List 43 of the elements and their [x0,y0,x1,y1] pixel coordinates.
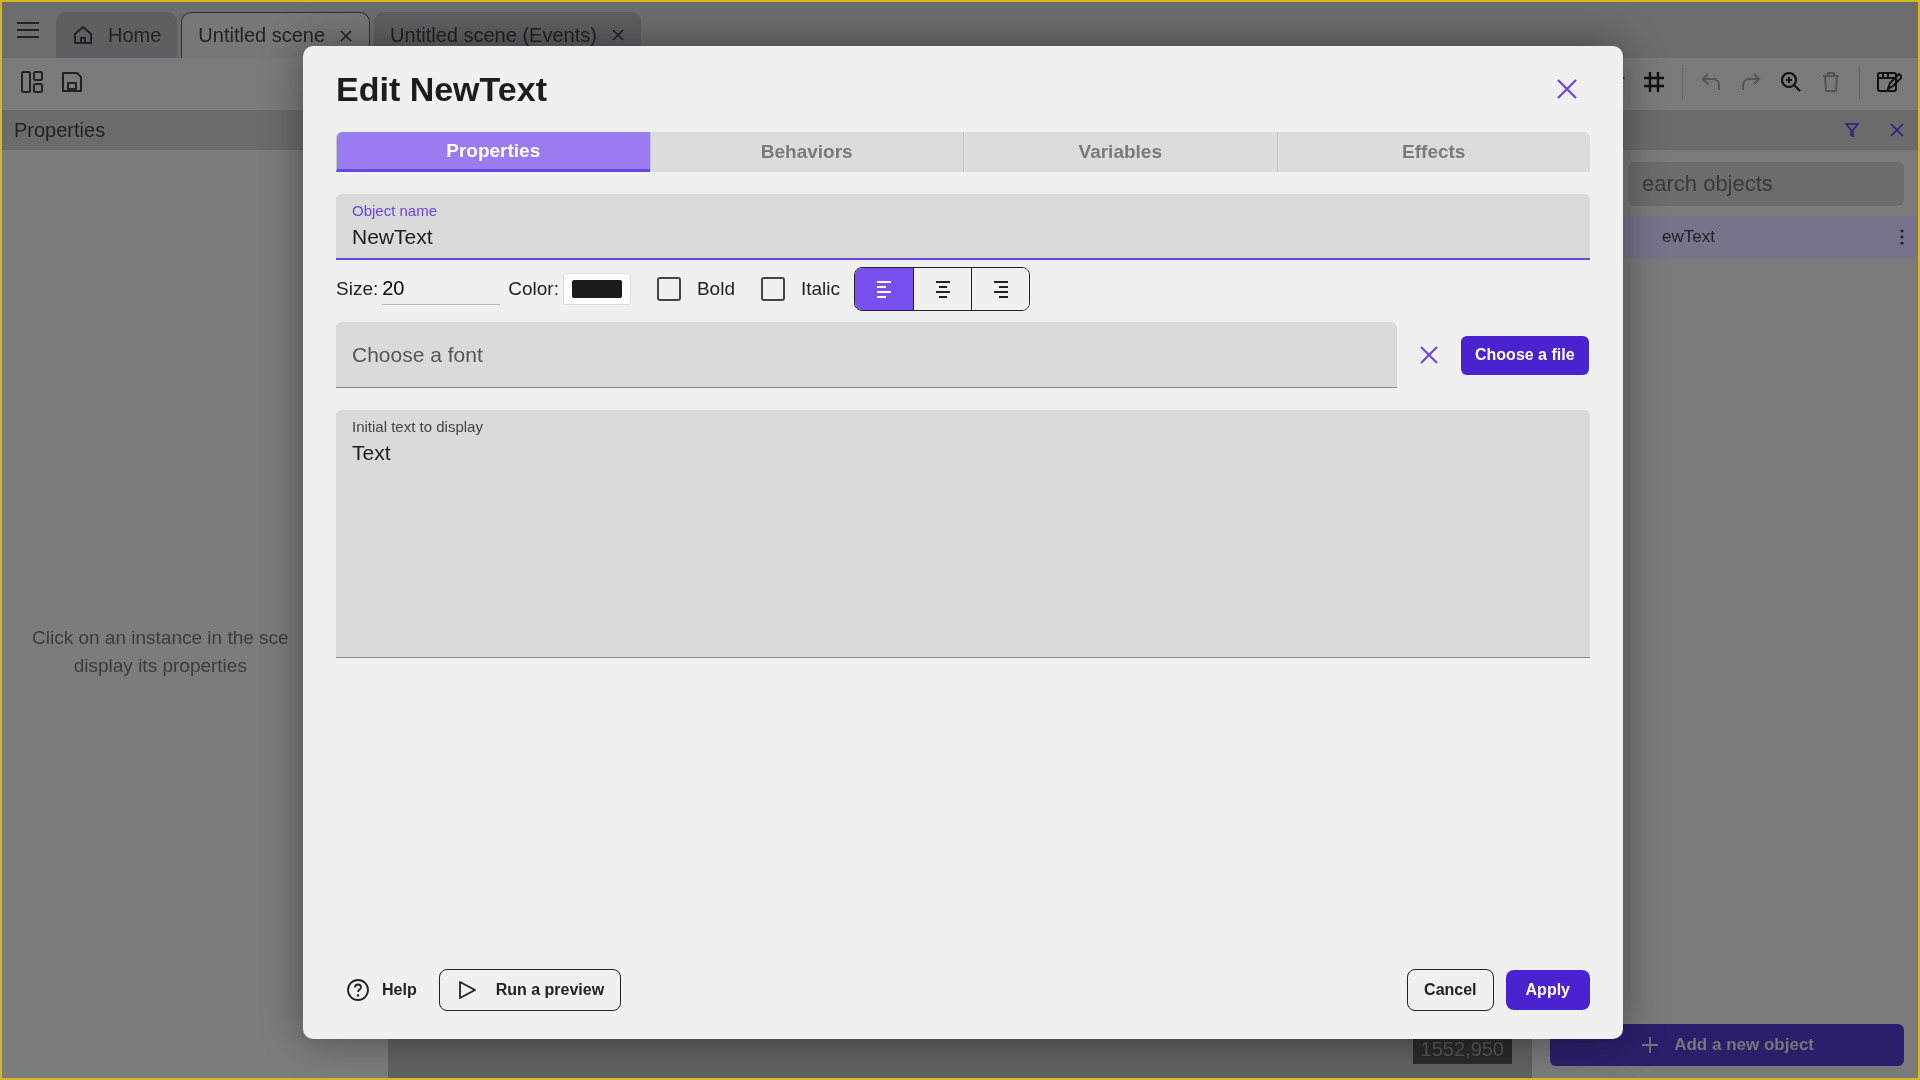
checkbox[interactable] [656,277,681,301]
panel-title: Properties [14,118,106,142]
apply-button[interactable]: Apply [1505,970,1590,1010]
checkbox[interactable] [760,277,785,301]
filter-icon[interactable] [1844,122,1860,138]
font-field[interactable]: Choose a font [336,322,1397,388]
size-field[interactable]: 20 [382,273,501,305]
save-icon[interactable] [60,70,84,94]
dialog-title: Edit NewText [336,69,547,109]
dialog-tab[interactable]: Effects [1276,132,1590,172]
checkbox-label: Italic [800,278,841,300]
close-icon[interactable] [610,28,625,42]
dialog-tab[interactable]: Variables [963,132,1277,172]
dialog-tab[interactable]: Properties [336,132,650,172]
close-icon[interactable] [1890,123,1904,137]
checkbox-label: Bold [696,278,735,300]
align-button[interactable] [971,268,1030,310]
size-label: Size: [336,278,379,300]
zoom-in-icon[interactable] [1779,70,1803,94]
home-icon [72,24,94,46]
help-button[interactable]: Help [336,978,427,1002]
object-name-field[interactable]: Object name NewText [336,194,1590,260]
edit-icon[interactable] [1876,70,1902,94]
panels-icon[interactable] [20,70,44,94]
close-icon[interactable] [339,28,354,43]
add-object-button[interactable]: Add a new object [1550,1024,1904,1066]
dialog-tab[interactable]: Behaviors [649,132,963,172]
more-icon[interactable] [1900,229,1904,245]
grid-icon[interactable] [1642,70,1666,94]
text-area[interactable]: Initial text to display Text [336,410,1590,658]
menu-icon[interactable] [16,21,40,39]
clear-icon[interactable] [1419,345,1439,365]
color-picker[interactable] [562,273,631,305]
cancel-button[interactable]: Cancel [1407,969,1494,1011]
color-label: Color: [508,278,559,300]
close-icon[interactable] [1556,78,1578,100]
run-preview-button[interactable]: Run a preview [438,969,622,1011]
editor-tab[interactable]: Home [56,12,178,58]
help-icon [346,978,370,1002]
editor-tab[interactable]: Untitled scene [181,12,371,58]
plus-icon [1640,1035,1661,1055]
empty-panel-message: Click on an instance in the sce display its properties [32,626,289,678]
choose-file-button[interactable]: Choose a file [1461,335,1589,375]
